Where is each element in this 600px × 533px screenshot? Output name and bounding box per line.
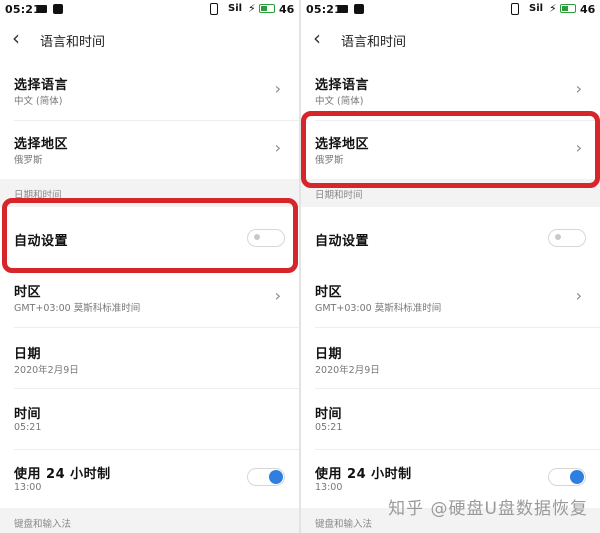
time-value: 05:21	[14, 422, 42, 433]
language-label: 选择语言	[14, 78, 69, 93]
battery-level: 46	[279, 3, 295, 16]
phone-screen-left: 05:21 Sil ⚡ 46 ‹ 语言和时间 选择语言 中文 (简体) › 选择…	[0, 0, 299, 533]
toggle-knob	[555, 234, 561, 240]
vibrate-icon	[511, 3, 519, 15]
auto-setting-toggle[interactable]	[548, 229, 586, 247]
battery-fill	[562, 6, 568, 11]
timezone-value: GMT+03:00 莫斯科标准时间	[315, 303, 442, 314]
date-label: 日期	[14, 347, 42, 362]
date-row[interactable]: 日期 2020年2月9日	[301, 328, 600, 388]
battery-icon	[259, 4, 275, 13]
highlight-auto-setting	[2, 198, 298, 273]
toggle-knob	[570, 469, 584, 484]
vibrate-icon	[210, 3, 218, 15]
time-label: 时间	[14, 407, 42, 422]
section-keyboard-label: 键盘和输入法	[315, 519, 373, 530]
page-title: 语言和时间	[40, 35, 106, 50]
chevron-right-icon: ›	[575, 286, 582, 305]
watermark: 知乎 @硬盘U盘数据恢复	[388, 499, 588, 519]
auto-setting-row[interactable]: 自动设置	[301, 207, 600, 269]
charging-icon: ⚡	[549, 2, 557, 15]
status-bar: 05:21 Sil ⚡ 46	[0, 0, 299, 20]
mail-icon	[338, 5, 348, 13]
timezone-row[interactable]: 时区 GMT+03:00 莫斯科标准时间 ›	[301, 269, 600, 327]
signal-icon: Sil	[228, 3, 243, 14]
battery-icon	[560, 4, 576, 13]
time-value: 05:21	[315, 422, 343, 433]
timezone-label: 时区	[14, 285, 42, 300]
hour24-value: 13:00	[315, 482, 343, 493]
timezone-value: GMT+03:00 莫斯科标准时间	[14, 303, 141, 314]
time-label: 时间	[315, 407, 343, 422]
section-keyboard: 键盘和输入法	[0, 508, 299, 533]
back-chevron-left-icon[interactable]: ‹	[313, 28, 321, 48]
hour24-toggle[interactable]	[247, 468, 285, 486]
hour24-toggle[interactable]	[548, 468, 586, 486]
highlight-region	[301, 111, 600, 188]
chevron-right-icon: ›	[274, 138, 281, 157]
charging-icon: ⚡	[248, 2, 256, 15]
language-value: 中文 (简体)	[14, 96, 63, 107]
status-time: 05:21	[306, 3, 343, 16]
battery-level: 46	[580, 3, 596, 16]
chevron-right-icon: ›	[274, 286, 281, 305]
auto-setting-label: 自动设置	[315, 234, 370, 249]
region-label: 选择地区	[14, 137, 69, 152]
hour24-row[interactable]: 使用 24 小时制 13:00	[0, 450, 299, 508]
chevron-right-icon: ›	[274, 79, 281, 98]
hour24-value: 13:00	[14, 482, 42, 493]
date-value: 2020年2月9日	[315, 365, 380, 376]
date-row[interactable]: 日期 2020年2月9日	[0, 328, 299, 388]
date-value: 2020年2月9日	[14, 365, 79, 376]
hour24-label: 使用 24 小时制	[315, 467, 412, 482]
hour24-label: 使用 24 小时制	[14, 467, 111, 482]
app-header: ‹ 语言和时间	[0, 24, 299, 58]
mail-icon	[37, 5, 47, 13]
section-keyboard-label: 键盘和输入法	[14, 519, 72, 530]
toggle-knob	[269, 469, 283, 484]
signal-icon: Sil	[529, 3, 544, 14]
status-bar: 05:21 Sil ⚡ 46	[301, 0, 600, 20]
language-label: 选择语言	[315, 78, 370, 93]
timezone-row[interactable]: 时区 GMT+03:00 莫斯科标准时间 ›	[0, 269, 299, 327]
chevron-right-icon: ›	[575, 79, 582, 98]
date-label: 日期	[315, 347, 343, 362]
section-datetime-label: 日期和时间	[315, 190, 363, 201]
page-title: 语言和时间	[341, 35, 407, 50]
app-notification-icon	[354, 4, 364, 14]
region-row[interactable]: 选择地区 俄罗斯 ›	[0, 121, 299, 179]
language-value: 中文 (简体)	[315, 96, 364, 107]
app-header: ‹ 语言和时间	[301, 24, 600, 58]
back-chevron-left-icon[interactable]: ‹	[12, 28, 20, 48]
battery-fill	[261, 6, 267, 11]
app-notification-icon	[53, 4, 63, 14]
time-row[interactable]: 时间 05:21	[301, 389, 600, 449]
region-value: 俄罗斯	[14, 155, 43, 166]
phone-screen-right: 05:21 Sil ⚡ 46 ‹ 语言和时间 选择语言 中文 (简体) › 选择…	[301, 0, 600, 533]
status-time: 05:21	[5, 3, 42, 16]
timezone-label: 时区	[315, 285, 343, 300]
language-row[interactable]: 选择语言 中文 (简体) ›	[0, 62, 299, 120]
time-row[interactable]: 时间 05:21	[0, 389, 299, 449]
